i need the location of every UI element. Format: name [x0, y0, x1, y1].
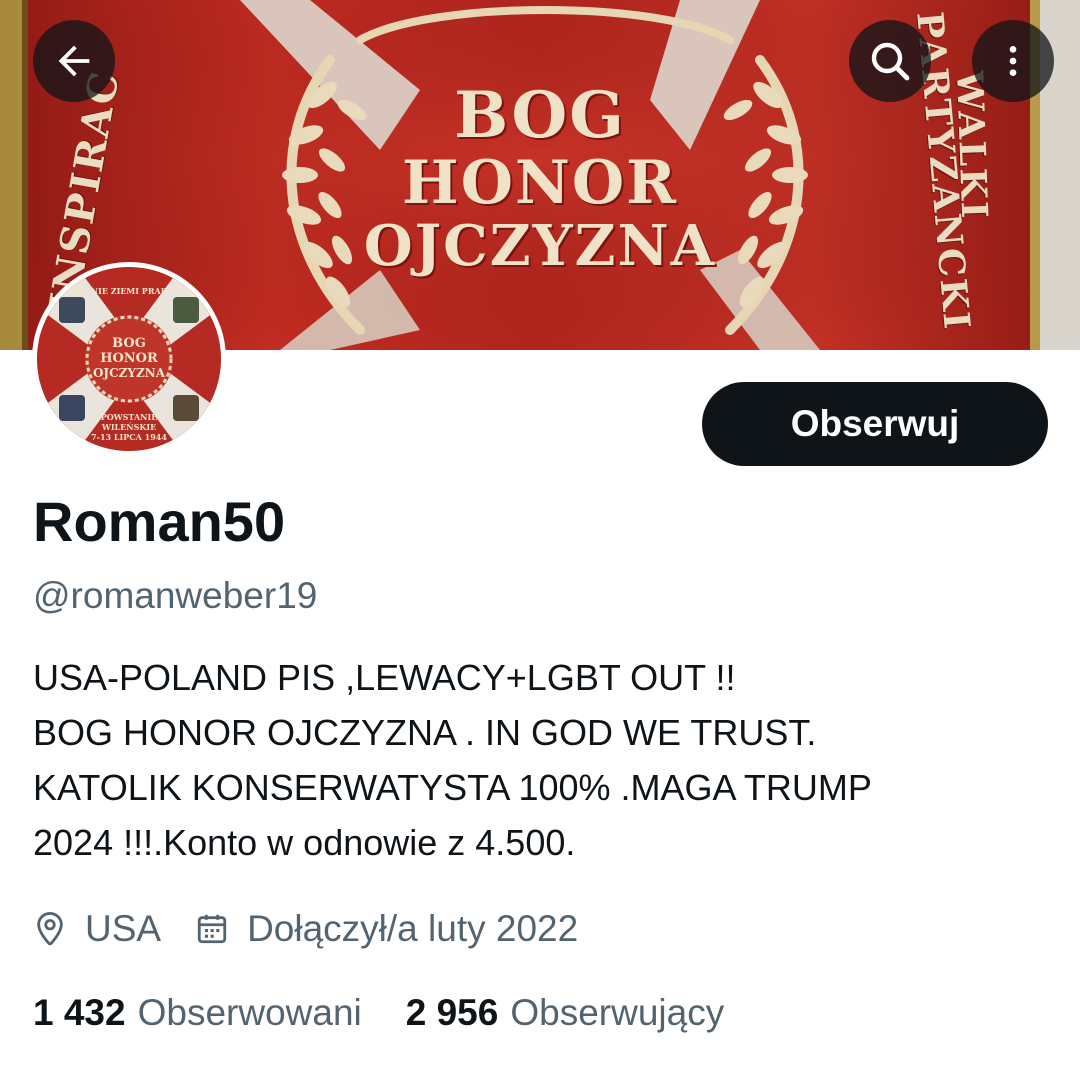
location-pin-icon	[37, 911, 63, 946]
more-vertical-icon	[1009, 46, 1017, 76]
followers-label: Obserwujący	[510, 992, 725, 1033]
avatar-bottom-line: WILEŃSKIE	[101, 422, 157, 432]
avatar-motto-line: OJCZYZNA	[92, 366, 166, 380]
display-name: Roman50	[33, 490, 286, 553]
follow-button[interactable]: Obserwuj	[702, 382, 1048, 466]
profile-bio: USA-POLAND PIS ,LEWACY+LGBT OUT !! BOG H…	[33, 650, 1033, 870]
arrow-left-icon	[58, 45, 90, 77]
joined-text: Dołączył/a luty 2022	[247, 908, 579, 949]
search-button[interactable]	[849, 20, 931, 102]
profile-location: USA	[33, 908, 161, 950]
following-count: 1 432	[33, 992, 126, 1033]
search-icon	[871, 42, 910, 81]
avatar[interactable]: W OBRONIE ZIEMI PRADZIADÓW BOG HONOR OJC…	[32, 262, 226, 456]
back-button[interactable]	[33, 20, 115, 102]
profile-meta: USA Dołączył/a luty 2022	[33, 903, 578, 955]
avatar-bottom-line: 7-13 LIPCA 1944	[91, 432, 167, 442]
avatar-top-text: W OBRONIE ZIEMI PRADZIADÓW	[51, 286, 207, 296]
bio-line: USA-POLAND PIS ,LEWACY+LGBT OUT !!	[33, 657, 736, 698]
calendar-icon	[197, 914, 227, 944]
avatar-bottom-line: POWSTANIE	[100, 412, 158, 422]
user-handle: @romanweber19	[33, 575, 318, 616]
location-text: USA	[85, 908, 162, 949]
profile-joined-date: Dołączył/a luty 2022	[161, 908, 578, 950]
bio-line: 2024 !!!.Konto w odnowie z 4.500.	[33, 822, 576, 863]
followers-link[interactable]: 2 956 Obserwujący	[406, 992, 724, 1034]
more-options-button[interactable]	[972, 20, 1054, 102]
avatar-image: W OBRONIE ZIEMI PRADZIADÓW BOG HONOR OJC…	[37, 267, 221, 451]
following-link[interactable]: 1 432 Obserwowani	[33, 992, 362, 1034]
avatar-motto-line: HONOR	[100, 351, 158, 366]
followers-count: 2 956	[405, 992, 499, 1033]
avatar-motto-line: BOG	[112, 336, 146, 351]
following-label: Obserwowani	[137, 992, 362, 1033]
bio-line: BOG HONOR OJCZYZNA . IN GOD WE TRUST.	[33, 712, 817, 753]
bio-line: KATOLIK KONSERWATYSTA 100% .MAGA TRUMP	[33, 767, 872, 808]
banner-motto-line: HONOR	[402, 148, 678, 218]
follow-stats: 1 432 Obserwowani 2 956 Obserwujący	[33, 988, 724, 1038]
